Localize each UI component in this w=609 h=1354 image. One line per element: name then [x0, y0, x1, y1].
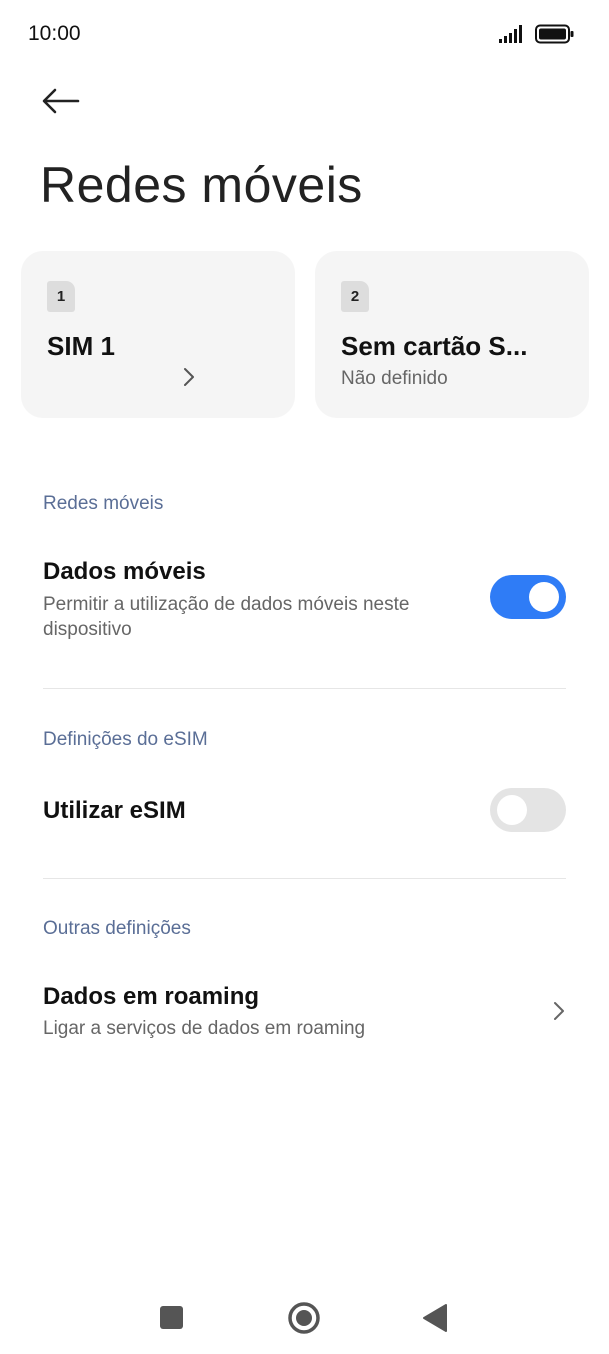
data-roaming-row[interactable]: Dados em roaming Ligar a serviços de dad…	[0, 970, 609, 1054]
battery-icon	[535, 24, 574, 44]
toggle-knob	[529, 582, 559, 612]
status-bar: 10:00	[0, 0, 609, 70]
page-title: Redes móveis	[40, 157, 363, 213]
data-roaming-title: Dados em roaming	[43, 983, 260, 1010]
mobile-data-row[interactable]: Dados móveis Permitir a utilização de da…	[0, 545, 609, 655]
home-button[interactable]	[282, 1296, 326, 1340]
section-header-mobile-networks: Redes móveis	[43, 493, 164, 514]
mobile-data-subtitle: Permitir a utilização de dados móveis ne…	[43, 594, 410, 640]
signal-icon	[499, 25, 522, 43]
sim-2-status: Não definido	[341, 368, 448, 389]
chevron-right-icon	[184, 368, 194, 386]
sim-1-name: SIM 1	[47, 331, 115, 361]
nav-back-button[interactable]	[414, 1296, 458, 1340]
data-roaming-subtitle: Ligar a serviços de dados em roaming	[43, 1018, 366, 1039]
section-header-esim: Definições do eSIM	[43, 729, 208, 750]
divider	[43, 878, 566, 879]
mobile-data-toggle[interactable]	[490, 575, 566, 619]
mobile-data-title: Dados móveis	[43, 558, 206, 585]
sim-2-badge: 2	[341, 281, 369, 312]
back-button[interactable]	[30, 80, 90, 124]
toggle-knob	[497, 795, 527, 825]
use-esim-title: Utilizar eSIM	[43, 797, 186, 824]
navigation-bar	[0, 1280, 609, 1354]
recents-square-icon	[160, 1306, 183, 1329]
sim-card-1[interactable]: 1 SIM 1	[21, 251, 295, 418]
divider	[43, 688, 566, 689]
use-esim-row[interactable]: Utilizar eSIM	[0, 778, 609, 844]
use-esim-toggle[interactable]	[490, 788, 566, 832]
home-circle-icon	[288, 1302, 320, 1334]
section-header-other: Outras definições	[43, 918, 191, 939]
chevron-right-icon	[554, 1002, 564, 1020]
sim-2-name: Sem cartão S...	[341, 331, 528, 361]
arrow-left-icon	[42, 88, 80, 114]
back-triangle-icon	[423, 1304, 447, 1332]
sim-1-badge: 1	[47, 281, 75, 312]
status-time: 10:00	[28, 22, 81, 45]
recents-button[interactable]	[150, 1296, 194, 1340]
sim-card-2[interactable]: 2 Sem cartão S... Não definido	[315, 251, 589, 418]
